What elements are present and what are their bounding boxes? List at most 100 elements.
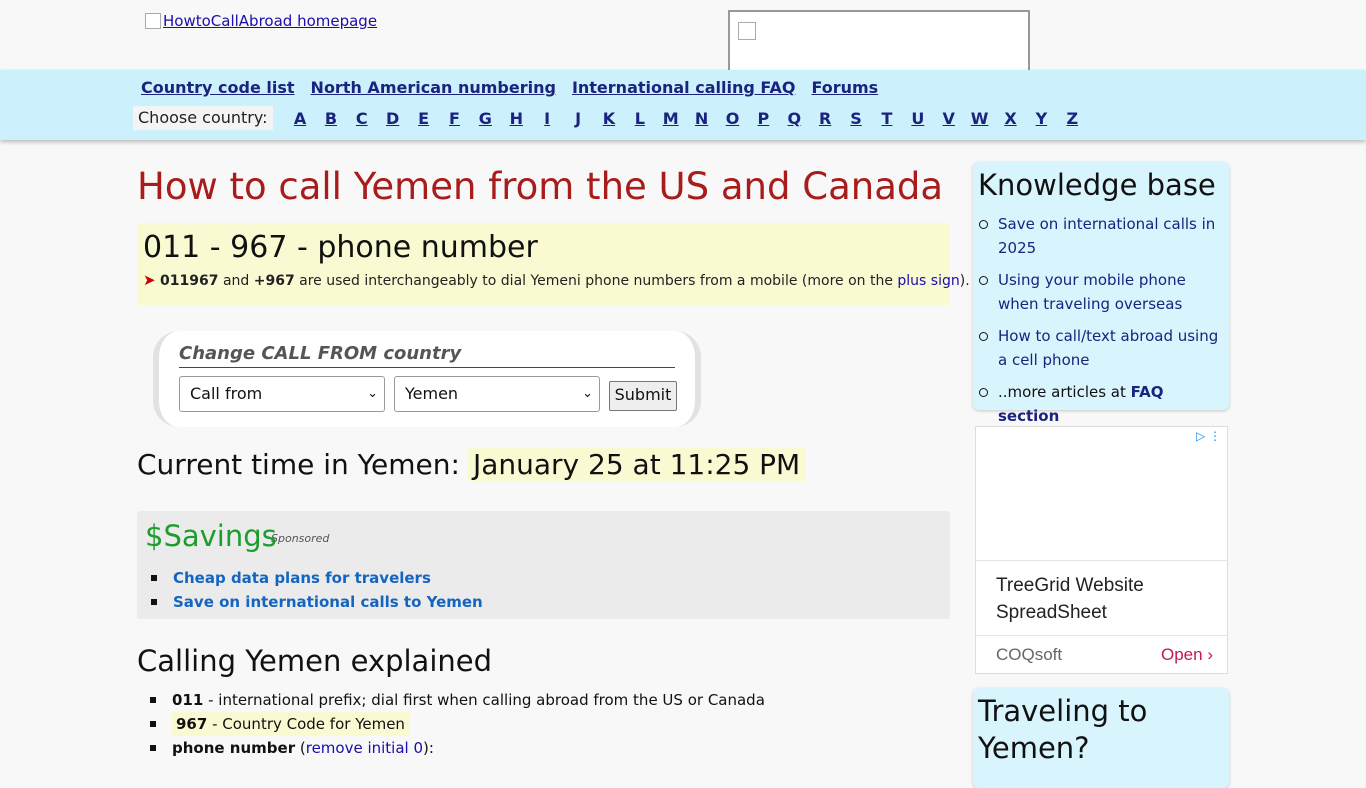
sponsored-label: Sponsored [271,532,330,545]
letter-link-z[interactable]: Z [1057,109,1088,128]
list-item: Save on international calls in 2025 [979,212,1223,260]
letter-link-k[interactable]: K [593,109,624,128]
bullet-icon [150,745,156,751]
chevron-right-icon: › [1207,645,1213,664]
broken-image-icon [145,13,161,29]
call-from-select[interactable]: Call from ⌄ [179,376,385,412]
explained-list: 011 - international prefix; dial first w… [150,688,765,760]
time-value: January 25 at 11:25 PM [467,448,806,481]
kb-article-link[interactable]: How to call/text abroad using a cell pho… [998,324,1223,372]
mobile-note: ➤ 011967 and +967 are used interchangeab… [143,271,970,289]
more-articles-text: ..more articles at [998,383,1126,401]
letter-link-o[interactable]: O [717,109,748,128]
list-item: How to call/text abroad using a cell pho… [979,324,1223,372]
broken-image-icon [738,22,756,40]
letter-link-e[interactable]: E [408,109,439,128]
logo-link[interactable]: HowtoCallAbroad homepage [145,12,377,30]
bullet-icon [979,332,988,341]
divider [976,560,1227,561]
top-bar: HowtoCallAbroad homepage [0,0,1366,72]
phone-number-label: phone number [172,739,296,757]
letter-link-u[interactable]: U [902,109,933,128]
note-code-1: 011967 [160,273,219,289]
banner-ad[interactable] [728,10,1030,72]
ad-advertiser: COQsoft [996,645,1063,664]
page-title: How to call Yemen from the US and Canada [137,165,944,208]
nav-link-country-codes[interactable]: Country code list [141,78,295,97]
letter-link-a[interactable]: A [285,109,316,128]
country-code-text: - Country Code for Yemen [212,715,405,733]
letter-link-x[interactable]: X [995,109,1026,128]
divider [976,635,1227,636]
bullet-icon [150,697,156,703]
note-code-2: +967 [253,273,295,289]
letter-link-p[interactable]: P [748,109,779,128]
submit-button[interactable]: Submit [609,381,677,411]
prefix-text: - international prefix; dial first when … [208,691,765,709]
current-time: Current time in Yemen: January 25 at 11:… [137,448,806,481]
letter-link-w[interactable]: W [964,109,995,128]
bullet-icon [979,220,988,229]
ad-open-button[interactable]: Open › [1161,645,1213,665]
kb-article-link[interactable]: Using your mobile phone when traveling o… [998,268,1223,316]
chevron-down-icon: ⌄ [582,386,593,401]
list-item: Save on international calls to Yemen [151,590,483,614]
list-item: 011 - international prefix; dial first w… [150,688,765,712]
note-end: ). [959,273,970,289]
letter-link-t[interactable]: T [872,109,903,128]
bullet-icon [979,388,988,397]
letter-link-s[interactable]: S [841,109,872,128]
bullet-icon [150,721,156,727]
call-to-value: Yemen [405,384,459,403]
sidebar-ad[interactable]: ▷ ⋮ TreeGrid Website SpreadSheet COQsoft… [975,426,1228,674]
remove-zero-link[interactable]: remove initial 0 [306,736,423,760]
bullet-icon [979,276,988,285]
letter-link-n[interactable]: N [686,109,717,128]
logo-alt-text: HowtoCallAbroad homepage [163,12,378,30]
letter-link-i[interactable]: I [532,109,563,128]
letter-link-d[interactable]: D [377,109,408,128]
letter-link-y[interactable]: Y [1026,109,1057,128]
letter-link-h[interactable]: H [501,109,532,128]
letter-link-j[interactable]: J [563,109,594,128]
letter-link-m[interactable]: M [655,109,686,128]
list-item: Using your mobile phone when traveling o… [979,268,1223,316]
kb-article-link[interactable]: Save on international calls in 2025 [998,212,1223,260]
savings-title: $Savings [145,519,277,553]
letter-list: ABCDEFGHIJKLMNOPQRSTUVWXYZ [285,109,1088,128]
list-item: phone number (remove initial 0): [150,736,765,760]
letter-link-g[interactable]: G [470,109,501,128]
nav-band: Country code list North American numberi… [0,70,1366,140]
nav-links: Country code list North American numberi… [141,78,878,97]
letter-link-q[interactable]: Q [779,109,810,128]
plus-sign-link[interactable]: plus sign [897,273,959,289]
explained-heading: Calling Yemen explained [137,644,493,678]
letter-link-r[interactable]: R [810,109,841,128]
country-code-highlight: 967 - Country Code for Yemen [172,712,409,736]
nav-link-forums[interactable]: Forums [811,78,878,97]
alphabet-nav: Choose country: ABCDEFGHIJKLMNOPQRSTUVWX… [133,106,1088,130]
chevron-down-icon: ⌄ [367,386,378,401]
travel-title: Traveling to Yemen? [978,694,1148,765]
save-calls-link[interactable]: Save on international calls to Yemen [173,590,483,614]
letter-link-b[interactable]: B [315,109,346,128]
list-item: Cheap data plans for travelers [151,566,483,590]
traveling-box: Traveling to Yemen? [973,688,1229,788]
call-to-select[interactable]: Yemen ⌄ [394,376,600,412]
note-text: are used interchangeably to dial Yemeni … [299,273,893,289]
letter-link-l[interactable]: L [624,109,655,128]
list-item: 967 - Country Code for Yemen [150,712,765,736]
ad-title[interactable]: TreeGrid Website SpreadSheet [996,572,1227,626]
form-divider [179,367,675,368]
savings-box: $Savings Sponsored Cheap data plans for … [137,511,950,619]
letter-link-f[interactable]: F [439,109,470,128]
call-from-value: Call from [190,384,263,403]
letter-link-v[interactable]: V [933,109,964,128]
kb-list: Save on international calls in 2025 Usin… [979,212,1223,436]
nav-link-north-american[interactable]: North American numbering [311,78,556,97]
letter-link-c[interactable]: C [346,109,377,128]
cheap-data-link[interactable]: Cheap data plans for travelers [173,566,431,590]
ad-choices-icon[interactable]: ▷ ⋮ [1196,429,1221,443]
nav-link-faq[interactable]: International calling FAQ [572,78,796,97]
kb-title: Knowledge base [978,168,1216,202]
